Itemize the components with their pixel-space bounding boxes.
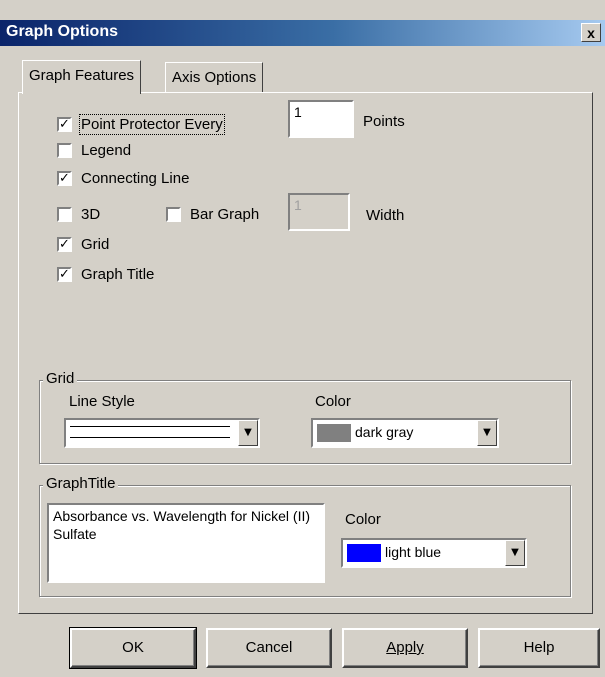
point-protector-label: Point Protector Every: [79, 113, 225, 135]
tab-graph-features[interactable]: Graph Features: [22, 60, 142, 94]
tab-axis-options[interactable]: Axis Options: [165, 62, 264, 92]
legend-label: Legend: [81, 141, 132, 159]
checkbox-box[interactable]: ✓: [57, 170, 72, 186]
point-protector-input[interactable]: 1: [288, 100, 354, 138]
graph-title-textarea[interactable]: Absorbance vs. Wavelength for Nickel (II…: [47, 503, 325, 583]
checkbox-box[interactable]: [166, 206, 181, 222]
grid-group-title: Grid: [43, 370, 78, 387]
title-color-value: light blue: [385, 544, 442, 560]
grid-color-swatch: [317, 424, 351, 442]
checkbox-box[interactable]: [57, 142, 72, 158]
apply-button[interactable]: Apply: [342, 628, 468, 668]
dialog-title: Graph Options: [6, 23, 118, 40]
line-style-preview: [70, 426, 230, 438]
connecting-line-checkbox[interactable]: ✓ Connecting Line: [57, 167, 189, 189]
chevron-down-icon[interactable]: ▼: [238, 420, 258, 446]
graph-options-dialog: Graph Options x Graph Features Axis Opti…: [0, 0, 605, 677]
chevron-down-icon[interactable]: ▼: [477, 420, 497, 446]
graph-title-group-title: GraphTitle: [43, 475, 119, 492]
grid-color-select[interactable]: dark gray ▼: [311, 418, 499, 448]
legend-checkbox[interactable]: Legend: [57, 139, 131, 161]
grid-color-label: Color: [315, 393, 351, 410]
grid-label: Grid: [81, 235, 110, 253]
checkbox-box[interactable]: ✓: [57, 266, 72, 282]
bar-width-input[interactable]: 1: [288, 193, 350, 231]
three-d-label: 3D: [81, 205, 101, 223]
title-color-select[interactable]: light blue ▼: [341, 538, 527, 568]
connecting-line-label: Connecting Line: [81, 169, 190, 187]
bar-graph-checkbox[interactable]: Bar Graph: [166, 203, 259, 225]
cancel-button[interactable]: Cancel: [206, 628, 332, 668]
title-bar: Graph Options x: [0, 20, 605, 46]
help-button[interactable]: Help: [478, 628, 600, 668]
graph-title-checkbox[interactable]: ✓ Graph Title: [57, 263, 154, 285]
tab-panel-graph-features: ✓ Point Protector Every 1 Points Legend …: [18, 92, 593, 614]
title-color-swatch: [347, 544, 381, 562]
chevron-down-icon[interactable]: ▼: [505, 540, 525, 566]
grid-color-value: dark gray: [355, 424, 414, 440]
width-unit-label: Width: [366, 207, 405, 224]
three-d-checkbox[interactable]: 3D: [57, 203, 100, 225]
checkbox-box[interactable]: ✓: [57, 236, 72, 252]
title-color-label: Color: [345, 511, 381, 528]
bar-graph-label: Bar Graph: [190, 205, 260, 223]
line-style-select[interactable]: ▼: [64, 418, 260, 448]
grid-checkbox[interactable]: ✓ Grid: [57, 233, 109, 255]
checkbox-box[interactable]: ✓: [57, 116, 72, 132]
point-protector-checkbox[interactable]: ✓ Point Protector Every: [57, 113, 225, 135]
graph-title-label: Graph Title: [81, 265, 155, 283]
checkbox-box[interactable]: [57, 206, 72, 222]
points-unit-label: Points: [363, 113, 405, 130]
line-style-label: Line Style: [69, 393, 135, 410]
close-icon[interactable]: x: [581, 23, 601, 42]
ok-button[interactable]: OK: [69, 627, 197, 669]
